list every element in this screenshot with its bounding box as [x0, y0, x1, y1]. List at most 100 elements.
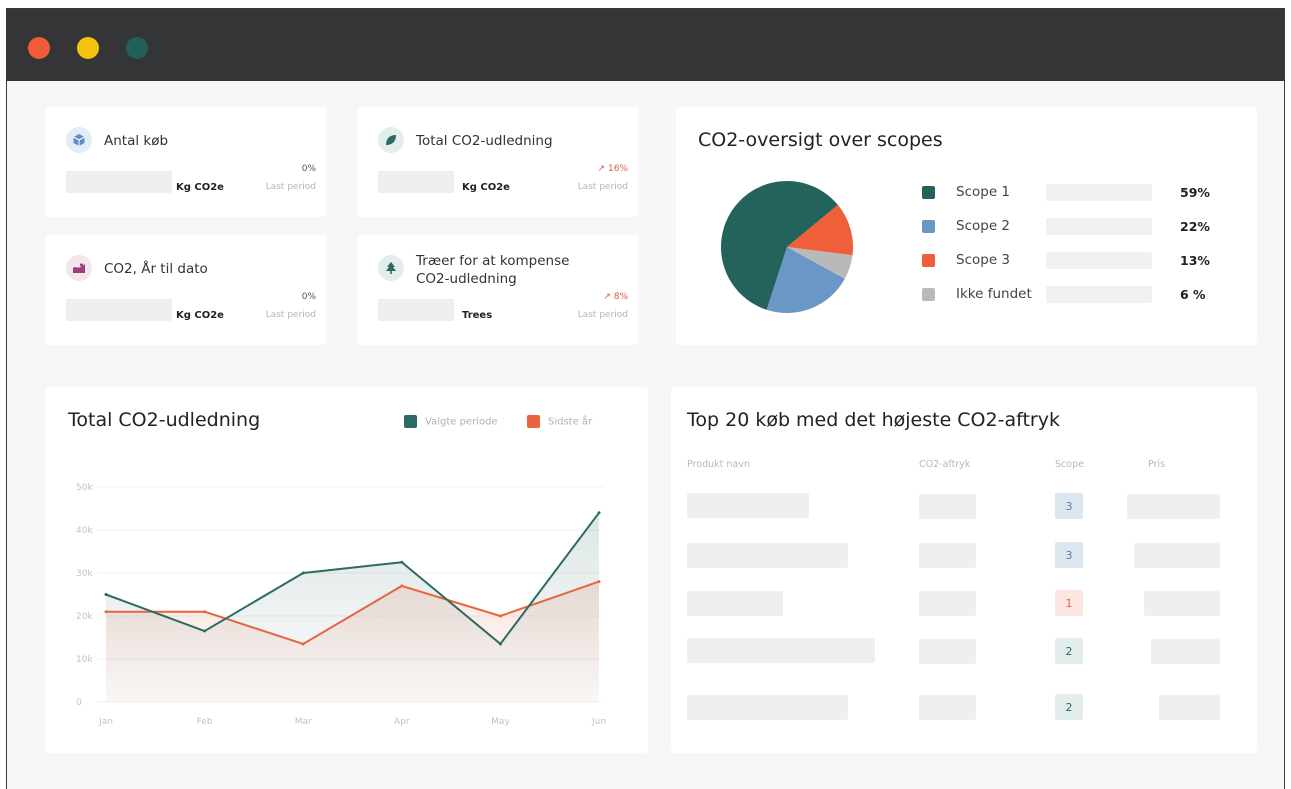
kpi-period-label: Last period	[577, 182, 628, 192]
app-window: Antal køb Kg CO2e 0% Last period Total C…	[6, 8, 1285, 789]
trend-up-icon: ↗	[597, 164, 608, 174]
price-placeholder	[1144, 591, 1220, 616]
legend-percent: 59%	[1180, 185, 1210, 200]
kpi-title: Træer for at kompense CO2-udledning	[416, 253, 570, 287]
kpi-unit: Trees	[462, 310, 493, 321]
y-tick-label: 0	[76, 698, 82, 708]
kpi-value-placeholder	[66, 171, 172, 193]
title-bar	[7, 9, 1284, 81]
product-placeholder	[687, 695, 848, 720]
kpi-unit: Kg CO2e	[462, 182, 510, 193]
scope-badge: 1	[1055, 590, 1083, 616]
legend-percent: 13%	[1180, 253, 1210, 268]
column-header-product: Produkt navn	[687, 459, 750, 470]
legend-item-scope-3: Scope 3 13%	[922, 251, 1222, 271]
close-window-button[interactable]	[28, 37, 50, 59]
x-tick-label: Apr	[394, 717, 410, 727]
data-point[interactable]	[104, 610, 108, 614]
legend-percent: 6 %	[1180, 287, 1206, 302]
legend-value-placeholder	[1046, 184, 1152, 201]
kpi-change: 0%	[301, 292, 316, 302]
kpi-title: Antal køb	[104, 133, 169, 149]
data-point[interactable]	[203, 629, 207, 633]
kpi-card-trees: Træer for at kompense CO2-udledning Tree…	[358, 235, 638, 345]
x-tick-label: May	[491, 717, 510, 727]
trend-up-icon: ↗	[603, 292, 614, 302]
emission-line-chart: 0 10k 20k 30k 40k 50k Jan Feb Mar Apr May Jun	[76, 483, 606, 727]
data-point[interactable]	[104, 593, 108, 596]
legend-item-scope-2: Scope 2 22%	[922, 217, 1222, 237]
kpi-unit: Kg CO2e	[176, 182, 224, 193]
kpi-change: 0%	[301, 164, 316, 174]
y-tick-label: 30k	[76, 569, 93, 579]
card-title: CO2-oversigt over scopes	[698, 129, 943, 151]
scope-badge: 2	[1055, 694, 1083, 720]
kpi-title: CO2, År til dato	[104, 261, 208, 277]
co2-placeholder	[919, 639, 976, 664]
data-point[interactable]	[597, 580, 601, 584]
legend-percent: 22%	[1180, 219, 1210, 234]
data-point[interactable]	[400, 560, 404, 564]
price-placeholder	[1127, 494, 1220, 519]
maximize-window-button[interactable]	[126, 37, 148, 59]
x-tick-label: Feb	[197, 717, 213, 727]
scope-badge: 2	[1055, 638, 1083, 664]
legend-label: Scope 3	[956, 252, 1011, 268]
product-placeholder	[687, 638, 875, 663]
x-tick-label: Jan	[98, 717, 113, 727]
tree-icon	[378, 255, 404, 281]
kpi-value-placeholder	[378, 299, 454, 321]
kpi-title: Total CO2-udledning	[416, 133, 553, 149]
emission-trend-card: Total CO2-udledning Valgte periode Sidst…	[46, 387, 648, 753]
legend-item-scope-1: Scope 1 59%	[922, 183, 1222, 203]
kpi-value-placeholder	[66, 299, 172, 321]
legend-value-placeholder	[1046, 286, 1152, 303]
kpi-period-label: Last period	[265, 182, 316, 192]
y-tick-label: 50k	[76, 483, 93, 493]
y-tick-label: 10k	[76, 655, 93, 665]
data-point[interactable]	[498, 614, 502, 618]
x-tick-label: Mar	[295, 717, 312, 727]
kpi-period-label: Last period	[577, 310, 628, 320]
scope-overview-card: CO2-oversigt over scopes Scope 1 59% Sco…	[676, 107, 1257, 345]
co2-placeholder	[919, 591, 976, 616]
column-header-scope: Scope	[1055, 459, 1084, 470]
kpi-card-co2-ytd: CO2, År til dato Kg CO2e 0% Last period	[46, 235, 326, 345]
y-tick-label: 40k	[76, 526, 93, 536]
price-placeholder	[1151, 639, 1220, 664]
top-purchases-card: Top 20 køb med det højeste CO2-aftryk Pr…	[671, 387, 1257, 753]
card-title: Top 20 køb med det højeste CO2-aftryk	[687, 409, 1060, 431]
legend-value-placeholder	[1046, 218, 1152, 235]
kpi-card-antal-kob: Antal køb Kg CO2e 0% Last period	[46, 107, 326, 217]
x-tick-label: Jun	[591, 717, 606, 727]
legend-label: Scope 2	[956, 218, 1011, 234]
leaf-icon	[378, 127, 404, 153]
legend-label: Ikke fundet	[956, 286, 1032, 302]
kpi-unit: Kg CO2e	[176, 310, 224, 321]
legend-value-placeholder	[1046, 252, 1152, 269]
scope-badge: 3	[1055, 493, 1083, 519]
co2-placeholder	[919, 494, 976, 519]
legend-swatch	[922, 254, 935, 267]
data-point[interactable]	[597, 511, 601, 515]
co2-placeholder	[919, 543, 976, 568]
data-point[interactable]	[203, 610, 207, 614]
minimize-window-button[interactable]	[77, 37, 99, 59]
column-header-price: Pris	[1148, 459, 1166, 470]
co2-placeholder	[919, 695, 976, 720]
legend-swatch	[922, 220, 935, 233]
scope-pie-chart	[721, 181, 853, 313]
legend-item-ikke-fundet: Ikke fundet 6 %	[922, 285, 1222, 305]
data-point[interactable]	[301, 642, 305, 646]
product-placeholder	[687, 591, 783, 616]
kpi-value-placeholder	[378, 171, 454, 193]
kpi-card-total-co2: Total CO2-udledning Kg CO2e ↗ 16% Last p…	[358, 107, 638, 217]
data-point[interactable]	[301, 571, 305, 575]
cube-icon	[66, 127, 92, 153]
legend-label: Scope 1	[956, 184, 1011, 200]
price-placeholder	[1159, 695, 1220, 720]
data-point[interactable]	[400, 584, 404, 588]
kpi-change: ↗ 16%	[597, 164, 628, 174]
data-point[interactable]	[498, 642, 502, 646]
price-placeholder	[1134, 543, 1220, 568]
